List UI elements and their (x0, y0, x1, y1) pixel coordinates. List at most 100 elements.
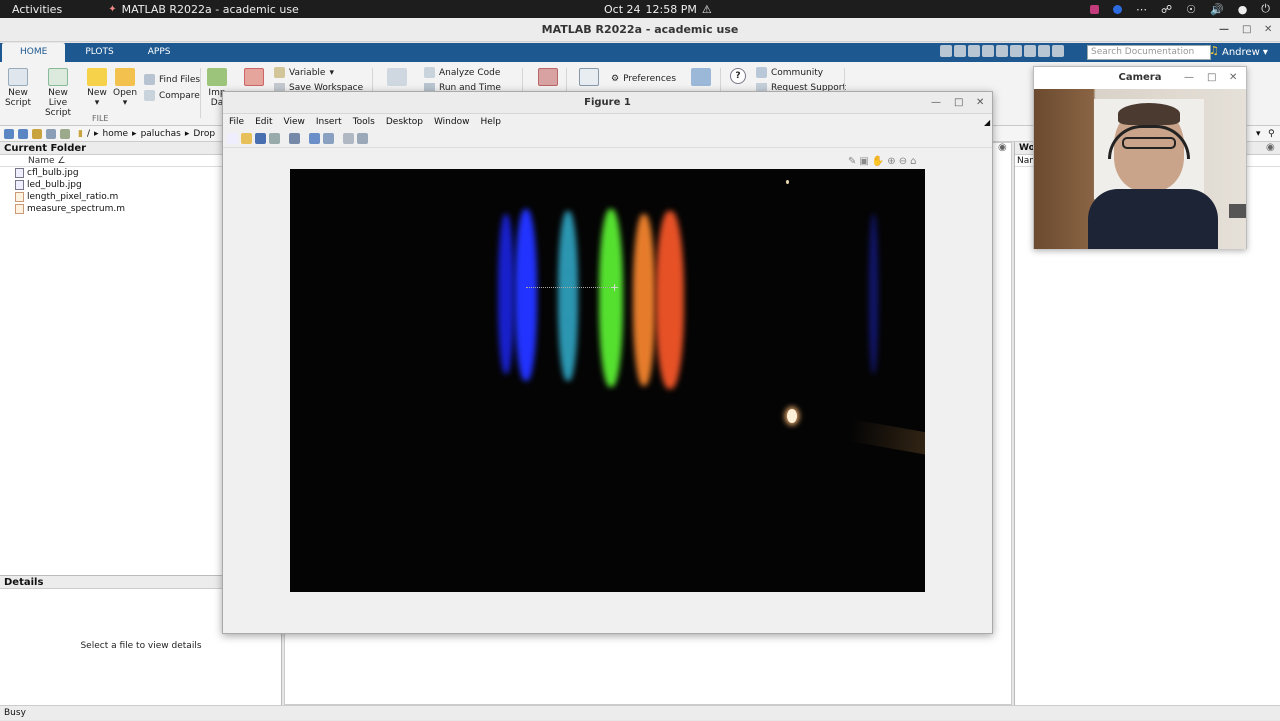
simulink-library-button[interactable] (537, 68, 559, 88)
browse-icon[interactable] (46, 128, 56, 139)
user-menu[interactable]: Andrew ▾ (1222, 43, 1268, 62)
search-icon[interactable]: ⚲ (1268, 129, 1275, 139)
cut-icon[interactable] (954, 45, 966, 57)
forward-icon[interactable] (18, 128, 28, 139)
quick-access-toolbar[interactable] (940, 45, 1064, 59)
zoom-out-icon[interactable]: ⊖ (899, 156, 907, 167)
menu-view[interactable]: View (284, 117, 305, 127)
copy-icon[interactable] (968, 45, 980, 57)
close-icon[interactable]: ✕ (1229, 67, 1237, 89)
network-icon[interactable]: ☍ (1161, 3, 1172, 16)
panel-actions-icon[interactable]: ◉ (998, 142, 1007, 153)
system-tray[interactable]: ⋯ ☍ ☉ 🔊 ● ⏻ (1089, 2, 1270, 16)
minimize-icon[interactable]: — (1219, 18, 1229, 42)
path-paluchas[interactable]: paluchas (141, 129, 181, 139)
undock-icon[interactable]: ◢ (984, 118, 990, 127)
redo-icon[interactable] (1010, 45, 1022, 57)
brush-icon[interactable]: ▣ (859, 156, 868, 167)
bell-icon[interactable]: ♫ (1209, 44, 1219, 57)
maximize-icon[interactable]: □ (1242, 18, 1251, 42)
settings-icon[interactable] (1052, 45, 1064, 57)
tab-apps[interactable]: APPS (134, 43, 185, 62)
zoom-icon[interactable] (1112, 4, 1122, 14)
menu-help[interactable]: Help (480, 117, 501, 127)
workspace-chart-button[interactable] (243, 68, 265, 88)
home-icon[interactable]: ⌂ (910, 156, 916, 167)
power-icon[interactable]: ⏻ (1261, 2, 1270, 16)
chevron-down-icon[interactable]: ▾ (1256, 129, 1261, 139)
legend-icon[interactable] (323, 133, 334, 144)
minimize-icon[interactable]: — (1184, 67, 1194, 89)
compare-button[interactable]: Compare (144, 90, 200, 101)
volume-icon[interactable]: 🔊 (1210, 3, 1224, 16)
tab-plots[interactable]: PLOTS (65, 43, 133, 62)
new-live-script-button[interactable]: New Live Script (36, 68, 80, 118)
accessibility-icon[interactable]: ☉ (1186, 3, 1196, 16)
link-plot-icon[interactable] (289, 133, 300, 144)
help-icon[interactable] (1038, 45, 1050, 57)
back-icon[interactable] (4, 128, 14, 139)
new-button[interactable]: New ▾ (86, 68, 108, 108)
edit-plot-icon[interactable] (343, 133, 354, 144)
new-figure-icon[interactable] (227, 133, 238, 144)
layout-button[interactable] (578, 68, 600, 88)
menu-insert[interactable]: Insert (316, 117, 342, 127)
find-files-button[interactable]: Find Files (144, 74, 200, 85)
paste-icon[interactable] (982, 45, 994, 57)
preferences-button[interactable]: ⚙ Preferences (611, 74, 676, 84)
tab-home[interactable]: HOME (2, 43, 66, 62)
menu-tools[interactable]: Tools (353, 117, 375, 127)
compare-label: Compare (159, 90, 200, 101)
figure-window[interactable]: Figure 1 — □ ✕ File Edit View Insert Too… (222, 91, 993, 634)
new-script-button[interactable]: New Script (4, 68, 32, 108)
microphone-icon[interactable]: ● (1238, 3, 1248, 16)
property-inspector-icon[interactable] (357, 133, 368, 144)
close-icon[interactable]: ✕ (1264, 18, 1272, 42)
menu-window[interactable]: Window (434, 117, 470, 127)
maximize-icon[interactable]: □ (1207, 67, 1216, 89)
save-icon[interactable] (940, 45, 952, 57)
camera-window[interactable]: Camera — □ ✕ (1033, 66, 1247, 249)
undo-icon[interactable] (996, 45, 1008, 57)
simulink-button[interactable] (386, 68, 408, 88)
maximize-icon[interactable]: □ (954, 92, 963, 114)
refresh-icon[interactable] (60, 128, 70, 139)
clock[interactable]: Oct 24 12:58 PM ⚠ (604, 3, 712, 16)
new-live-script-label-2: Live Script (44, 98, 72, 118)
export-icon[interactable]: ✎ (848, 156, 856, 167)
path-home[interactable]: home (103, 129, 129, 139)
path-dropbox[interactable]: Drop (193, 129, 215, 139)
activities-button[interactable]: Activities (12, 3, 62, 16)
panel-actions-icon[interactable]: ◉ (1266, 142, 1275, 153)
community-button[interactable]: Community (756, 67, 823, 78)
spectrum-band-orange (633, 214, 655, 386)
analyze-code-button[interactable]: Analyze Code (424, 67, 500, 78)
add-ons-button[interactable] (690, 68, 712, 88)
clock-date: Oct 24 (604, 2, 641, 16)
zoom-in-icon[interactable]: ⊕ (887, 156, 895, 167)
menu-file[interactable]: File (229, 117, 244, 127)
help-button[interactable]: ? (728, 68, 748, 86)
minimize-icon[interactable]: — (931, 92, 941, 114)
app-menu[interactable]: ✦ MATLAB R2022a - academic use (108, 3, 299, 16)
menu-desktop[interactable]: Desktop (386, 117, 423, 127)
up-folder-icon[interactable] (32, 128, 42, 139)
print-icon[interactable] (269, 133, 280, 144)
variable-button[interactable]: Variable ▾ (274, 67, 334, 78)
open-label: Open (113, 88, 138, 98)
open-file-icon[interactable] (241, 133, 252, 144)
search-documentation-input[interactable]: Search Documentation (1087, 45, 1211, 60)
menu-edit[interactable]: Edit (255, 117, 272, 127)
open-button[interactable]: Open ▾ (113, 68, 137, 108)
colorbar-icon[interactable] (309, 133, 320, 144)
path-root[interactable]: / (87, 129, 90, 139)
spectrum-image[interactable]: + (290, 169, 925, 592)
more-icon[interactable]: ⋯ (1136, 3, 1147, 16)
pan-icon[interactable]: ✋ (872, 156, 884, 167)
save-figure-icon[interactable] (255, 133, 266, 144)
screen-recorder-icon[interactable] (1089, 4, 1099, 14)
switch-windows-icon[interactable] (1024, 45, 1036, 57)
person-shirt (1088, 189, 1218, 249)
close-icon[interactable]: ✕ (976, 92, 984, 114)
folder-icon: ▮ (78, 128, 83, 139)
